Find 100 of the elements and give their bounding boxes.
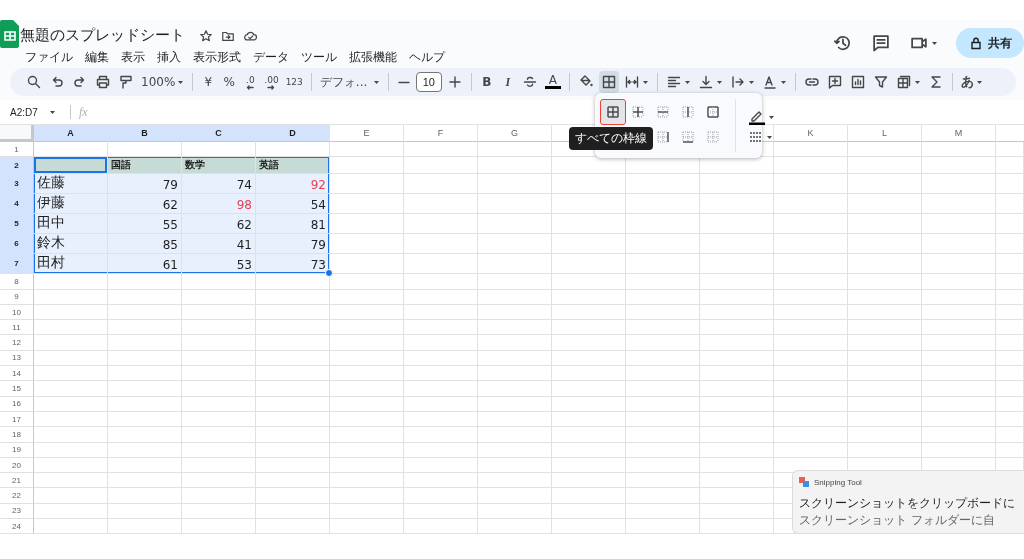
row-header[interactable]: 14 [0,366,34,382]
table-cell[interactable] [404,396,478,412]
table-cell[interactable] [256,381,330,397]
table-cell[interactable] [330,320,404,336]
table-cell[interactable] [922,174,996,195]
column-header[interactable]: K [774,125,848,142]
column-header[interactable]: B [108,125,182,142]
table-cell[interactable] [552,214,626,235]
table-cell[interactable] [108,396,182,412]
notification-toast[interactable]: Snipping Tool スクリーンショットをクリップボードに スクリーンショット フォルダーに自 [792,470,1024,534]
increase-decimal-button[interactable]: .00 [262,71,281,93]
table-cell[interactable] [34,157,108,175]
table-cell[interactable] [478,289,552,305]
zoom-dropdown[interactable]: 100% [139,71,187,93]
table-cell[interactable] [774,142,848,158]
table-cell[interactable] [404,473,478,489]
table-cell[interactable] [330,274,404,290]
table-cell[interactable] [330,473,404,489]
table-cell[interactable]: 55 [108,214,182,235]
table-cell[interactable]: 61 [108,254,182,275]
table-cell[interactable] [330,234,404,255]
table-cell[interactable] [700,457,774,474]
row-header[interactable]: 15 [0,381,34,397]
table-cell[interactable] [922,366,996,382]
table-cell[interactable] [626,214,700,235]
table-cell[interactable] [774,254,848,275]
table-cell[interactable] [626,442,700,458]
table-cell[interactable] [182,381,256,397]
table-cell[interactable] [626,503,700,520]
table-cell[interactable]: 佐藤 [34,174,108,195]
table-cell[interactable]: 英語 [256,157,330,175]
table-cell[interactable] [700,488,774,504]
table-cell[interactable] [404,304,478,321]
table-cell[interactable]: 62 [182,214,256,235]
column-header[interactable]: F [404,125,478,142]
table-cell[interactable] [108,411,182,428]
table-cell[interactable] [552,473,626,489]
table-cell[interactable] [330,350,404,367]
table-cell[interactable] [922,142,996,158]
table-cell[interactable] [552,503,626,520]
table-cell[interactable] [478,427,552,443]
table-cell[interactable] [404,142,478,158]
table-cell[interactable] [330,503,404,520]
table-cell[interactable]: 41 [182,234,256,255]
table-cell[interactable]: 53 [182,254,256,275]
table-cell[interactable] [330,157,404,175]
table-cell[interactable] [626,350,700,367]
table-cell[interactable] [34,320,108,336]
table-cell[interactable]: 田村 [34,254,108,275]
table-cell[interactable] [922,335,996,351]
table-cell[interactable] [922,304,996,321]
table-cell[interactable]: 62 [108,194,182,215]
font-size-field[interactable]: 10 [415,72,442,92]
table-cell[interactable] [848,366,922,382]
table-cell[interactable] [626,396,700,412]
menu-item[interactable]: ファイル [20,48,78,67]
table-cell[interactable] [182,411,256,428]
table-cell[interactable] [996,214,1024,235]
currency-button[interactable]: ¥ [199,71,218,93]
table-cell[interactable] [848,304,922,321]
table-cell[interactable] [996,396,1024,412]
table-cell[interactable] [552,457,626,474]
table-cell[interactable] [182,473,256,489]
row-header[interactable]: 22 [0,488,34,504]
table-cell[interactable] [774,289,848,305]
table-cell[interactable] [552,381,626,397]
table-cell[interactable] [552,304,626,321]
table-cell[interactable] [34,335,108,351]
star-icon[interactable] [199,28,213,43]
table-cell[interactable] [922,254,996,275]
table-cell[interactable] [34,473,108,489]
table-cell[interactable] [108,519,182,535]
table-cell[interactable] [182,427,256,443]
table-cell[interactable] [552,320,626,336]
table-cell[interactable] [552,442,626,458]
table-cell[interactable] [330,457,404,474]
table-cell[interactable] [478,234,552,255]
menu-item[interactable]: ヘルプ [404,48,450,67]
table-cell[interactable] [848,350,922,367]
table-cell[interactable] [478,442,552,458]
table-cell[interactable] [182,503,256,520]
table-cell[interactable] [478,174,552,195]
table-cell[interactable] [330,519,404,535]
table-cell[interactable] [552,488,626,504]
table-cell[interactable]: 田中 [34,214,108,235]
table-cell[interactable] [404,503,478,520]
table-cell[interactable] [330,335,404,351]
table-cell[interactable] [626,174,700,195]
table-cell[interactable] [404,366,478,382]
table-cell[interactable] [256,304,330,321]
table-cell[interactable]: 92 [256,174,330,195]
row-header[interactable]: 7 [0,254,34,275]
table-cell[interactable] [552,411,626,428]
table-cell[interactable] [848,254,922,275]
table-cell[interactable] [774,350,848,367]
borders-button[interactable] [598,71,619,93]
table-cell[interactable] [478,304,552,321]
table-cell[interactable] [404,289,478,305]
row-header[interactable]: 18 [0,427,34,443]
table-cell[interactable] [700,366,774,382]
